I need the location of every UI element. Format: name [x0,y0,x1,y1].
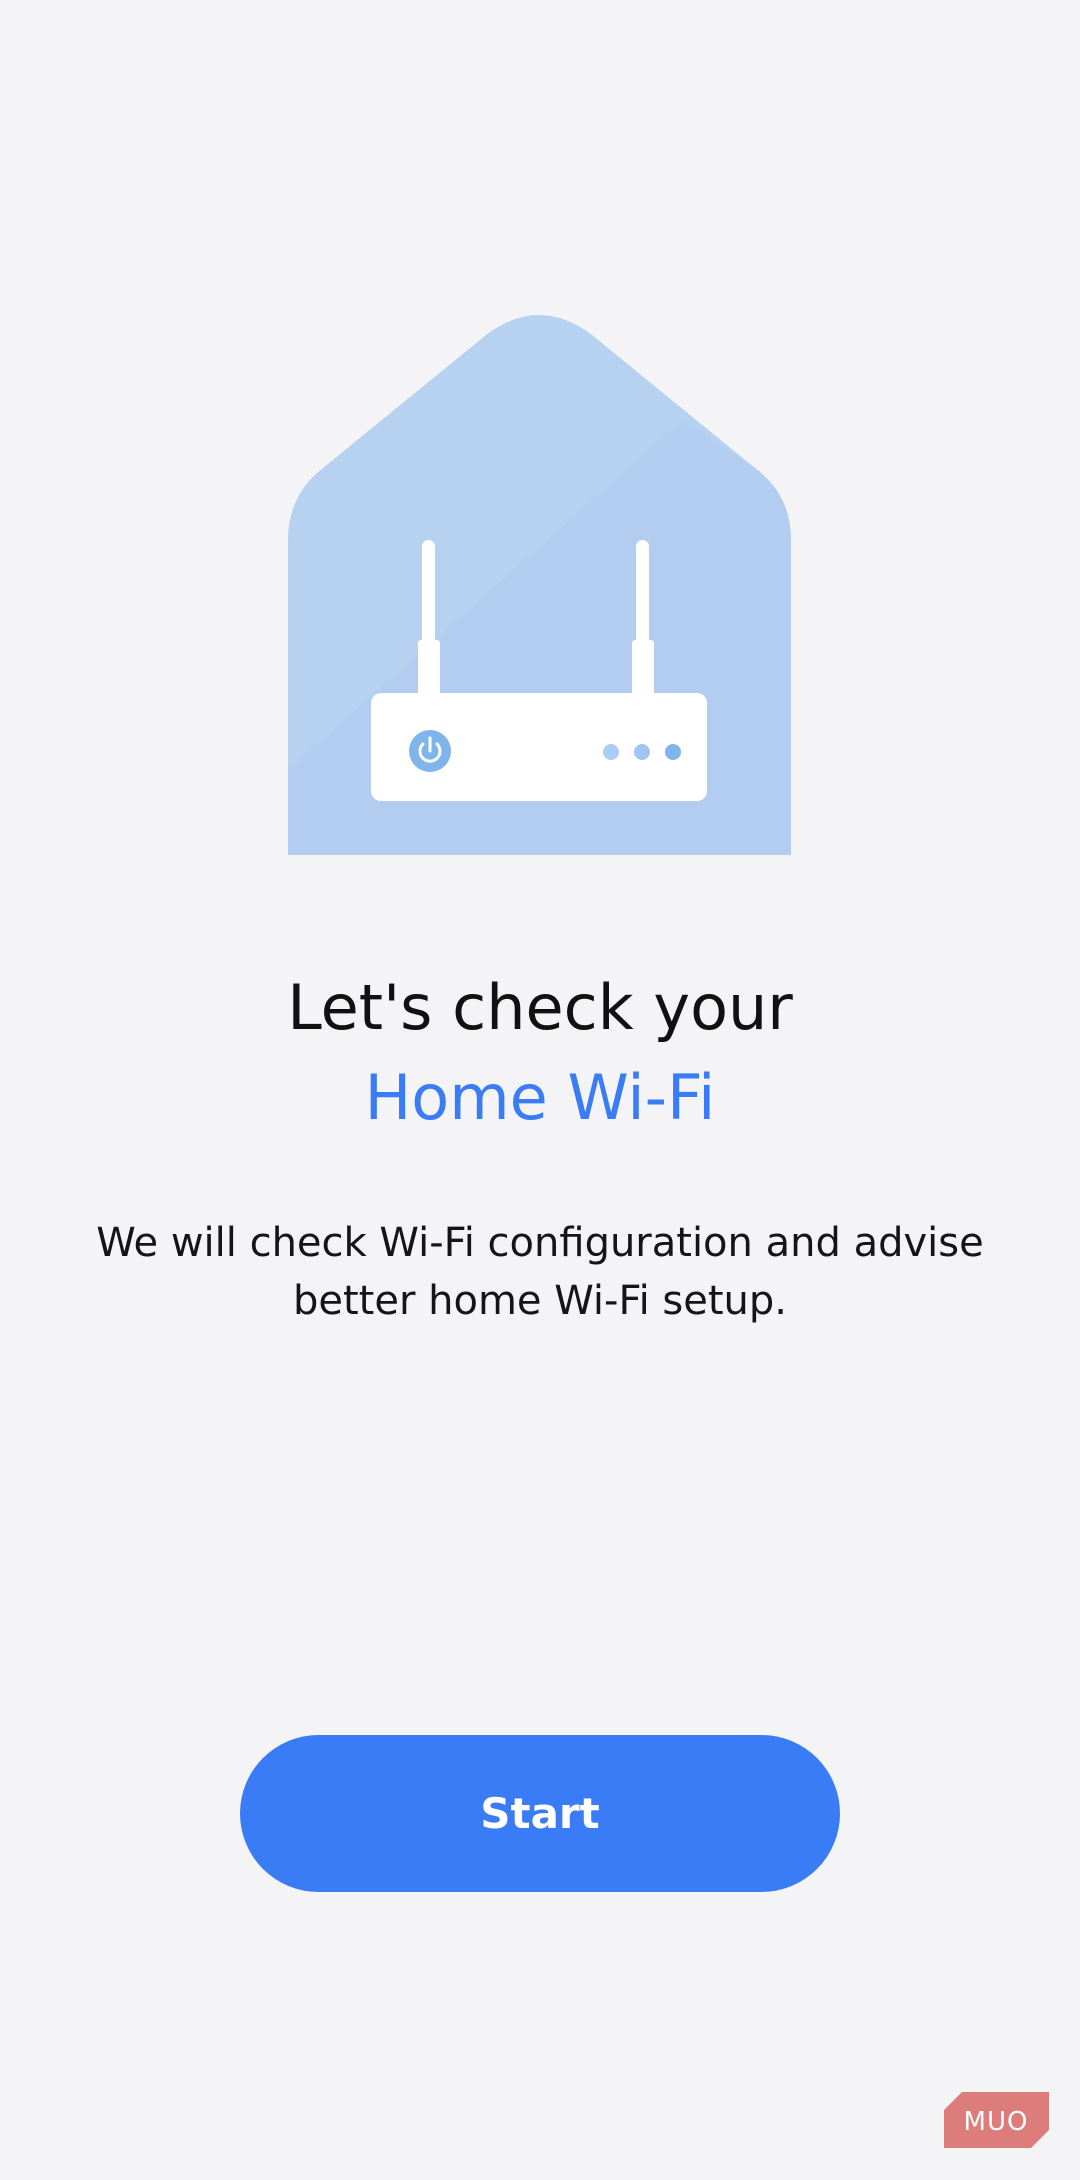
house-router-icon [288,315,791,855]
indicator-light-2 [634,744,650,760]
house-router-illustration [288,310,791,855]
watermark-text: MUO [964,2107,1029,2137]
page-title-highlight: Home Wi-Fi [364,1061,716,1134]
start-button[interactable]: Start [240,1735,840,1892]
description-text: We will check Wi-Fi configuration and ad… [96,1220,984,1324]
muo-watermark: MUO [944,2092,1049,2148]
indicator-light-1 [603,744,619,760]
page-title: Let's check your [287,971,793,1044]
indicator-light-3 [665,744,681,760]
antenna-left-tip [422,540,435,650]
antenna-right-tip [636,540,649,650]
